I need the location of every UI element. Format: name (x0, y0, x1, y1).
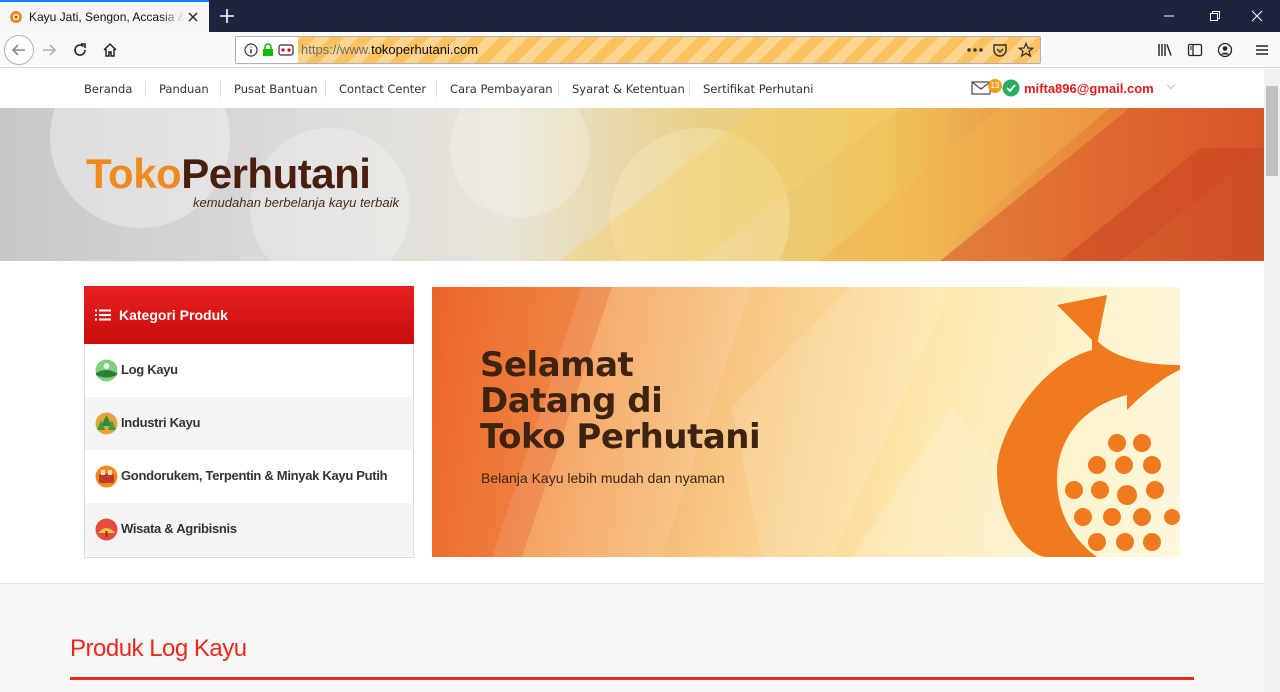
nav-separator (436, 81, 437, 97)
site-top-navigation: Beranda Panduan Pusat Bantuan Contact Ce… (0, 69, 1264, 108)
nav-link-panduan[interactable]: Panduan (159, 82, 209, 96)
section-title: Produk Log Kayu (70, 635, 247, 662)
category-sidebar-title: Kategori Produk (119, 307, 228, 323)
scrollbar-thumb[interactable] (1266, 86, 1278, 176)
nav-separator (145, 81, 146, 97)
site-favicon-icon (10, 11, 22, 23)
nav-separator (220, 81, 221, 97)
category-label: Log Kayu (121, 362, 178, 377)
nav-separator (325, 81, 326, 97)
category-item-log-kayu[interactable]: Log Kayu (85, 344, 413, 397)
bookmark-star-icon[interactable] (1018, 42, 1034, 58)
banner-heading-line1: Selamat (480, 345, 634, 385)
category-label: Gondorukem, Terpentin & Minyak Kayu Puti… (121, 468, 388, 483)
category-item-gondorukem[interactable]: Gondorukem, Terpentin & Minyak Kayu Puti… (85, 450, 413, 503)
url-text[interactable]: https://www.tokoperhutani.com (301, 42, 478, 57)
close-tab-icon[interactable] (184, 8, 202, 26)
tab-title: Kayu Jati, Sengon, Accasia & Lainnya (29, 10, 184, 24)
hamburger-menu-icon (1256, 45, 1268, 55)
url-host: tokoperhutani.com (371, 42, 479, 57)
gondorukem-icon (95, 465, 118, 488)
page-actions-icon[interactable] (966, 43, 984, 57)
nav-separator (689, 81, 690, 97)
minimize-button[interactable] (1146, 0, 1192, 32)
page-scrollbar[interactable] (1264, 69, 1280, 692)
browser-tab-strip: Kayu Jati, Sengon, Accasia & Lainnya (0, 0, 1280, 32)
logo-toko: Toko (86, 150, 182, 197)
minimize-icon (1164, 15, 1174, 17)
restore-button[interactable] (1192, 0, 1238, 32)
sidebar-toggle-button[interactable] (1183, 38, 1207, 62)
url-bar[interactable]: https://www.tokoperhutani.com (235, 36, 1041, 64)
back-arrow-icon (11, 44, 25, 56)
reload-icon (74, 43, 86, 56)
pocket-icon[interactable] (992, 42, 1008, 58)
log-kayu-icon (95, 359, 118, 382)
url-identity-box[interactable] (236, 37, 298, 63)
home-icon (103, 42, 117, 57)
wisata-agribisnis-icon (95, 518, 118, 541)
restore-icon (1210, 11, 1220, 21)
nav-link-contact-center[interactable]: Contact Center (339, 82, 426, 96)
site-tagline: kemudahan berbelanja kayu terbaik (193, 195, 399, 210)
browser-toolbar: https://www.tokoperhutani.com (0, 32, 1280, 68)
category-sidebar: Kategori Produk Log Kayu Industri Kayu G… (84, 286, 414, 558)
nav-link-beranda[interactable]: Beranda (84, 82, 132, 96)
banner-heading-line3: Toko Perhutani (480, 417, 761, 457)
chevron-down-icon[interactable] (1166, 83, 1176, 91)
category-item-wisata-agribisnis[interactable]: Wisata & Agribisnis (85, 503, 413, 556)
category-item-industri-kayu[interactable]: Industri Kayu (85, 397, 413, 450)
category-label: Industri Kayu (121, 415, 201, 430)
notification-count-badge: 13 (988, 79, 1002, 93)
sidebar-icon (1187, 43, 1203, 57)
forward-button[interactable] (37, 38, 61, 62)
new-tab-icon[interactable] (216, 5, 238, 27)
account-icon (1217, 42, 1233, 58)
banner-heading-line2: Datang di (480, 381, 663, 421)
section-title-rule (70, 677, 1194, 680)
home-button[interactable] (98, 38, 122, 62)
industri-kayu-icon (95, 412, 118, 435)
verified-check-icon (1002, 79, 1020, 97)
tracking-protection-icon[interactable] (278, 42, 294, 58)
header-banner: TokoPerhutani kemudahan berbelanja kayu … (0, 108, 1264, 261)
category-sidebar-header: Kategori Produk (84, 286, 414, 344)
user-email[interactable]: mifta896@gmail.com (1024, 81, 1154, 96)
nav-link-cara-pembayaran[interactable]: Cara Pembayaran (450, 82, 553, 96)
nav-link-sertifikat[interactable]: Sertifikat Perhutani (703, 82, 813, 96)
back-button[interactable] (4, 35, 34, 65)
account-button[interactable] (1213, 38, 1237, 62)
library-icon (1158, 44, 1172, 56)
menu-button[interactable] (1250, 38, 1274, 62)
close-window-icon (1251, 10, 1263, 22)
url-scheme: https://www. (301, 42, 372, 57)
library-button[interactable] (1153, 38, 1177, 62)
list-icon (95, 309, 111, 321)
close-window-button[interactable] (1234, 0, 1280, 32)
nav-link-pusat-bantuan[interactable]: Pusat Bantuan (234, 82, 318, 96)
perhutani-emblem-icon (997, 295, 1180, 557)
nav-link-syarat-ketentuan[interactable]: Syarat & Ketentuan (572, 82, 685, 96)
welcome-banner[interactable]: Selamat Datang di Toko Perhutani Belanja… (432, 287, 1180, 557)
lock-icon (263, 43, 273, 56)
logo-perhutani: Perhutani (181, 150, 371, 197)
category-label: Wisata & Agribisnis (121, 521, 237, 536)
banner-subtitle: Belanja Kayu lebih mudah dan nyaman (481, 470, 725, 486)
nav-separator (558, 81, 559, 97)
site-logo[interactable]: TokoPerhutani (86, 150, 371, 198)
info-icon[interactable] (244, 43, 258, 57)
reload-button[interactable] (68, 38, 92, 62)
browser-tab-active[interactable]: Kayu Jati, Sengon, Accasia & Lainnya (0, 0, 209, 32)
forward-arrow-icon (43, 44, 57, 56)
